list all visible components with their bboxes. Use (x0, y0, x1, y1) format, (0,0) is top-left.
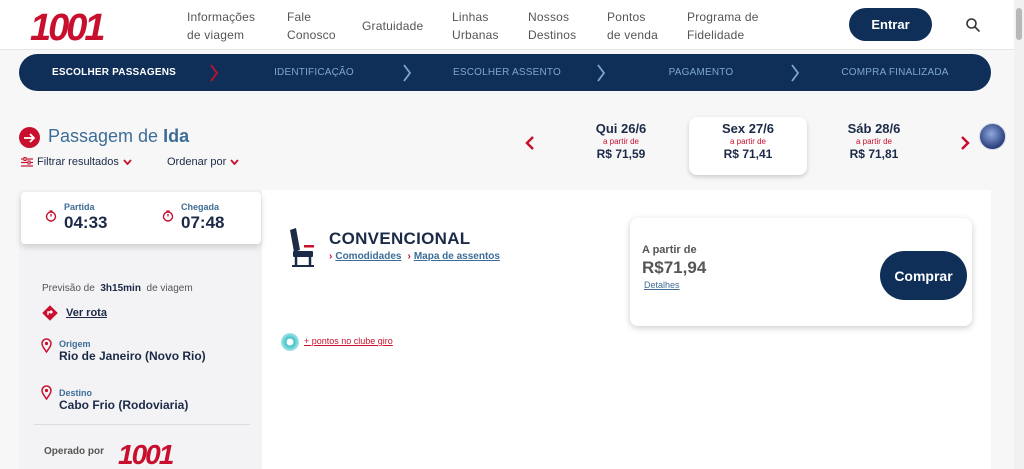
chevron-down-icon (123, 159, 132, 165)
top-header: 1001 Informações de viagem Fale Conosco Gr… (0, 0, 1014, 50)
chevron-right-icon (210, 64, 219, 82)
chevron-right-icon (597, 64, 606, 82)
giro-points-link[interactable]: + pontos no clube giro (304, 336, 393, 346)
nav-sales-points[interactable]: Pontos de venda (607, 8, 658, 44)
next-date-icon[interactable] (959, 135, 971, 151)
date-day: Sex 27/6 (721, 121, 775, 136)
order-by-button[interactable]: Ordenar por (167, 156, 239, 168)
service-links: › Comodidades › Mapa de assentos (329, 251, 500, 262)
step-identification: IDENTIFICAÇÃO (274, 67, 354, 78)
stopwatch-icon (45, 210, 57, 222)
date-from: a partir de (602, 137, 640, 146)
nav-travel-info[interactable]: Informações de viagem (187, 8, 255, 44)
page-scrollbar[interactable] (1014, 0, 1024, 469)
bus-seat-icon (290, 228, 314, 267)
amenities-link[interactable]: › Comodidades (329, 251, 401, 262)
order-label: Ordenar por (167, 156, 227, 168)
stopwatch-icon (162, 210, 174, 222)
time-card (21, 192, 261, 244)
operator-logo: 1001 (118, 439, 176, 467)
date-day: Qui 26/6 (595, 121, 647, 136)
step-choose-seat: ESCOLHER ASSENTO (452, 67, 562, 78)
trip-duration: Previsão de 3h15min de viagem (42, 283, 193, 294)
view-route-link[interactable]: Ver rota (66, 307, 107, 319)
date-day: Sáb 28/6 (847, 121, 901, 136)
seat-map-link[interactable]: › Mapa de assentos (407, 251, 500, 262)
buy-button[interactable]: Comprar (880, 251, 967, 300)
step-payment: PAGAMENTO (668, 67, 734, 78)
arrival-time: 07:48 (181, 213, 225, 232)
details-link[interactable]: Detalhes (644, 280, 680, 290)
checkout-steps: ESCOLHER PASSAGENS IDENTIFICAÇÃO ESCOLHE… (19, 54, 991, 91)
chevron-down-icon (230, 159, 239, 165)
brand-logo[interactable]: 1001 (30, 6, 112, 46)
chevron-right-icon (403, 64, 412, 82)
date-option[interactable]: Sáb 28/6 a partir de R$ 71,81 (815, 117, 933, 175)
destination-value: Cabo Frio (Rodoviaria) (59, 398, 189, 412)
date-price: R$ 71,59 (596, 147, 646, 161)
nav-gratuity[interactable]: Gratuidade (362, 17, 423, 35)
date-price: R$ 71,41 (723, 147, 773, 161)
filter-label: Filtrar resultados (37, 156, 119, 168)
departure-time: 04:33 (64, 213, 108, 232)
operated-by-label: Operado por (44, 446, 105, 457)
location-pin-icon (41, 385, 52, 400)
price-from-label: A partir de (642, 244, 697, 256)
origin-label: Origem (59, 339, 91, 349)
service-class: CONVENCIONAL (329, 229, 471, 248)
scroll-thumb[interactable] (1016, 8, 1022, 40)
divider (34, 424, 250, 425)
search-icon[interactable] (965, 17, 981, 33)
enter-button[interactable]: Entrar (849, 8, 932, 41)
nav-contact[interactable]: Fale Conosco (287, 8, 336, 44)
date-option[interactable]: Qui 26/6 a partir de R$ 71,59 (562, 117, 680, 175)
nav-destinations[interactable]: Nossos Destinos (528, 8, 576, 44)
location-pin-icon (41, 338, 52, 353)
date-from: a partir de (729, 137, 767, 146)
step-choose-tickets: ESCOLHER PASSAGENS (52, 67, 176, 78)
svg-text:1001: 1001 (118, 439, 174, 467)
date-price: R$ 71,81 (849, 147, 899, 161)
nav-loyalty[interactable]: Programa de Fidelidade (687, 8, 759, 44)
departure-label: Partida (64, 202, 95, 212)
date-from: a partir de (855, 137, 893, 146)
date-option-selected[interactable]: Sex 27/6 a partir de R$ 71,41 (689, 117, 807, 175)
svg-text:1001: 1001 (30, 7, 104, 46)
page-title: Passagem de Ida (48, 126, 190, 146)
origin-value: Rio de Janeiro (Novo Rio) (59, 349, 206, 363)
route-icon (42, 305, 58, 321)
filter-results-button[interactable]: Filtrar resultados (21, 156, 132, 168)
filter-icon (21, 156, 33, 167)
nav-urban-lines[interactable]: Linhas Urbanas (452, 8, 499, 44)
assistant-icon[interactable] (979, 123, 1006, 150)
arrival-label: Chegada (181, 202, 220, 212)
prev-date-icon[interactable] (524, 135, 536, 151)
direction-arrow-icon (19, 127, 40, 148)
step-purchase-complete: COMPRA FINALIZADA (841, 67, 949, 78)
price-value: R$71,94 (642, 258, 707, 277)
chevron-right-icon (791, 64, 800, 82)
destination-label: Destino (59, 388, 93, 398)
giro-club-icon (281, 333, 299, 351)
